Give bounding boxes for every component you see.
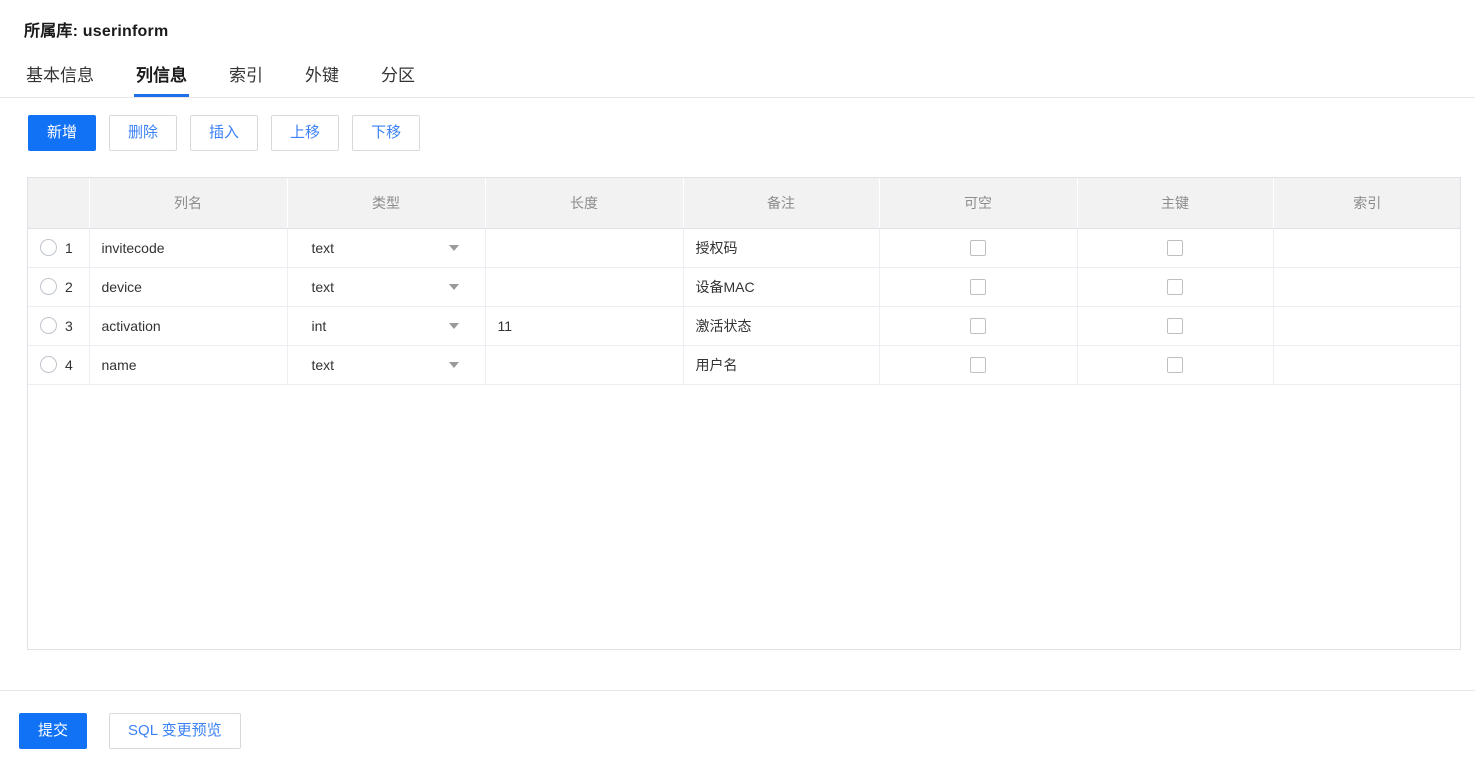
cell-nullable [879, 345, 1078, 385]
row-select-wrap: 1 [40, 239, 77, 256]
table-row: 4 name text 用户名 [28, 345, 1460, 385]
page-title-label: 所属库: [24, 23, 79, 40]
cell-column-name[interactable]: invitecode [89, 228, 288, 268]
cell-column-type[interactable]: text [287, 345, 486, 385]
cell-column-name[interactable]: device [89, 267, 288, 307]
cell-column-comment[interactable]: 激活状态 [683, 306, 880, 346]
columns-table: 列名 类型 长度 备注 可空 主键 索引 1 invitecode text 授… [28, 178, 1460, 385]
primary-key-checkbox[interactable] [1167, 240, 1183, 257]
table-row: 3 activation int 11 激活状态 [28, 306, 1460, 346]
nullable-checkbox[interactable] [970, 279, 986, 296]
column-header-name: 列名 [89, 178, 288, 229]
cell-column-comment[interactable]: 授权码 [683, 228, 880, 268]
tab-partition[interactable]: 分区 [381, 65, 415, 96]
move-up-button[interactable]: 上移 [271, 115, 340, 151]
row-index: 2 [65, 278, 73, 295]
chevron-down-icon [448, 322, 459, 329]
cell-column-length[interactable] [485, 267, 684, 307]
column-header-index: 索引 [1273, 178, 1460, 229]
add-column-button[interactable]: 新增 [28, 115, 97, 151]
cell-column-type[interactable]: text [287, 267, 486, 307]
type-select[interactable]: text [300, 268, 473, 306]
type-select-value: int [311, 317, 327, 334]
table-toolbar: 新增 删除 插入 上移 下移 [28, 115, 421, 151]
tab-list: 基本信息 列信息 索引 外键 分区 [26, 65, 457, 98]
column-header-length: 长度 [485, 178, 684, 229]
tab-basic-info[interactable]: 基本信息 [26, 65, 94, 96]
nullable-checkbox[interactable] [970, 357, 986, 374]
delete-column-button[interactable]: 删除 [109, 115, 178, 151]
tab-column-info[interactable]: 列信息 [134, 65, 189, 97]
primary-key-checkbox[interactable] [1167, 357, 1183, 374]
nullable-checkbox[interactable] [970, 318, 986, 335]
cell-primary-key [1077, 267, 1274, 307]
type-select-value: text [311, 356, 335, 373]
insert-column-button[interactable]: 插入 [190, 115, 259, 151]
cell-column-length[interactable] [485, 228, 684, 268]
sql-preview-button[interactable]: SQL 变更预览 [109, 713, 241, 749]
primary-key-checkbox[interactable] [1167, 279, 1183, 296]
cell-index[interactable] [1273, 228, 1460, 268]
cell-nullable [879, 306, 1078, 346]
table-header-row: 列名 类型 长度 备注 可空 主键 索引 [28, 178, 1460, 229]
chevron-down-icon [448, 361, 459, 368]
page-title: 所属库: userinform [24, 17, 168, 41]
cell-column-type[interactable]: int [287, 306, 486, 346]
row-index: 3 [65, 317, 73, 334]
database-name: userinform [82, 23, 169, 40]
cell-column-type[interactable]: text [287, 228, 486, 268]
type-select-value: text [311, 239, 335, 256]
cell-nullable [879, 228, 1078, 268]
cell-column-length[interactable]: 11 [485, 306, 684, 346]
column-header-nullable: 可空 [879, 178, 1078, 229]
chevron-down-icon [448, 244, 459, 251]
cell-column-name[interactable]: activation [89, 306, 288, 346]
move-down-button[interactable]: 下移 [352, 115, 421, 151]
row-index: 1 [65, 239, 73, 256]
cell-index[interactable] [1273, 345, 1460, 385]
type-select[interactable]: int [300, 307, 473, 345]
cell-index[interactable] [1273, 267, 1460, 307]
columns-table-container: 列名 类型 长度 备注 可空 主键 索引 1 invitecode text 授… [27, 177, 1461, 650]
cell-column-name[interactable]: name [89, 345, 288, 385]
row-select-wrap: 2 [40, 278, 77, 295]
row-select-wrap: 3 [40, 317, 77, 334]
cell-column-comment[interactable]: 设备MAC [683, 267, 880, 307]
cell-primary-key [1077, 306, 1274, 346]
type-select[interactable]: text [300, 229, 473, 267]
row-radio[interactable] [40, 356, 57, 373]
nullable-checkbox[interactable] [970, 240, 986, 257]
row-select-cell: 3 [28, 306, 90, 346]
submit-button[interactable]: 提交 [19, 713, 88, 749]
tab-bar: 基本信息 列信息 索引 外键 分区 [0, 65, 1475, 98]
chevron-down-icon [448, 283, 459, 290]
row-select-cell: 2 [28, 267, 90, 307]
row-select-cell: 4 [28, 345, 90, 385]
primary-key-checkbox[interactable] [1167, 318, 1183, 335]
row-radio[interactable] [40, 278, 57, 295]
cell-index[interactable] [1273, 306, 1460, 346]
row-index: 4 [65, 356, 73, 373]
row-select-wrap: 4 [40, 356, 77, 373]
table-row: 2 device text 设备MAC [28, 267, 1460, 307]
tab-index[interactable]: 索引 [229, 65, 263, 96]
cell-column-comment[interactable]: 用户名 [683, 345, 880, 385]
footer-divider [0, 690, 1475, 691]
type-select-value: text [311, 278, 335, 295]
row-radio[interactable] [40, 317, 57, 334]
column-header-type: 类型 [287, 178, 486, 229]
column-header-comment: 备注 [683, 178, 880, 229]
row-select-cell: 1 [28, 228, 90, 268]
cell-nullable [879, 267, 1078, 307]
column-header-primary-key: 主键 [1077, 178, 1274, 229]
table-row: 1 invitecode text 授权码 [28, 228, 1460, 268]
row-radio[interactable] [40, 239, 57, 256]
type-select[interactable]: text [300, 346, 473, 384]
tab-foreign-key[interactable]: 外键 [305, 65, 339, 96]
cell-column-length[interactable] [485, 345, 684, 385]
footer-actions: 提交 SQL 变更预览 [19, 713, 241, 749]
column-header-select [28, 178, 90, 229]
cell-primary-key [1077, 345, 1274, 385]
cell-primary-key [1077, 228, 1274, 268]
